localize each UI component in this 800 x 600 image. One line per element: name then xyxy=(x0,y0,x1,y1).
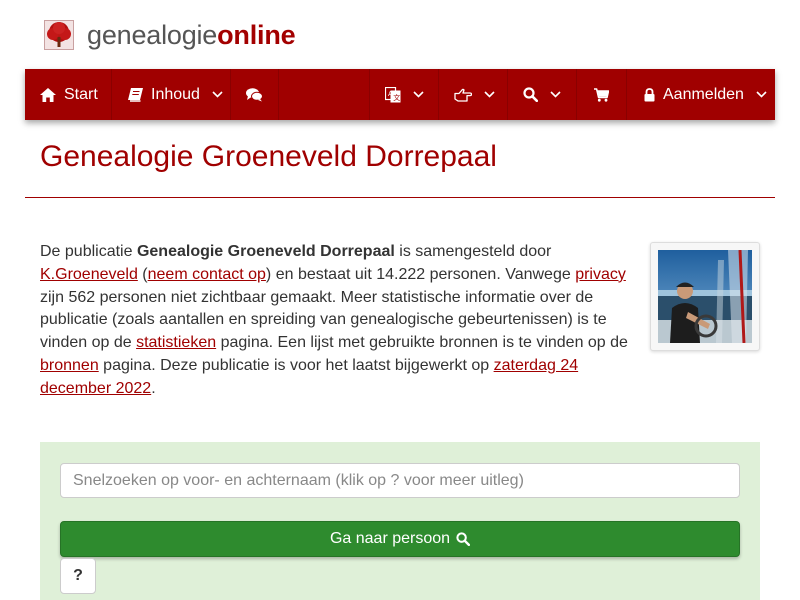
nav-login-label: Aanmelden xyxy=(663,85,744,103)
go-to-person-button[interactable]: Ga naar persoon xyxy=(60,521,740,557)
main-navbar: Start Inhoud A文 Aanmelden xyxy=(25,69,775,120)
nav-share[interactable] xyxy=(439,69,508,120)
chevron-down-icon xyxy=(550,91,561,98)
go-to-person-label: Ga naar persoon xyxy=(329,530,451,547)
intro-text: . xyxy=(151,379,156,397)
book-icon xyxy=(128,87,143,102)
privacy-link[interactable]: privacy xyxy=(575,266,626,283)
home-icon xyxy=(40,87,56,102)
search-icon xyxy=(523,87,538,102)
nav-search[interactable] xyxy=(508,69,577,120)
author-photo xyxy=(650,242,760,351)
intro-text: pagina. Deze publicatie is voor het laat… xyxy=(98,356,494,374)
publication-name: Genealogie Groeneveld Dorrepaal xyxy=(136,243,395,260)
search-icon xyxy=(456,532,471,546)
sources-link[interactable]: bronnen xyxy=(40,357,99,374)
nav-forum[interactable] xyxy=(231,69,279,120)
quick-search-panel: Ga naar persoon ? xyxy=(40,442,760,600)
intro-text: pagina. Een lijst met gebruikte bronnen … xyxy=(216,334,628,352)
nav-start[interactable]: Start xyxy=(25,69,112,120)
nav-start-label: Start xyxy=(64,85,98,103)
page-title: Genealogie Groeneveld Dorrepaal xyxy=(40,140,497,173)
statistics-link[interactable]: statistieken xyxy=(136,334,216,351)
translate-icon: A文 xyxy=(385,86,401,103)
tree-icon xyxy=(44,20,74,50)
nav-inhoud[interactable]: Inhoud xyxy=(112,69,231,120)
svg-text:文: 文 xyxy=(393,93,400,102)
chevron-down-icon xyxy=(756,91,767,98)
title-divider xyxy=(25,197,775,198)
hand-point-icon xyxy=(454,88,472,102)
site-logo[interactable]: genealogieonline xyxy=(44,18,296,52)
nav-inhoud-label: Inhoud xyxy=(151,85,200,103)
intro-text: ) en bestaat uit 14.222 personen. Vanweg… xyxy=(265,265,576,283)
svg-text:A: A xyxy=(388,90,393,98)
chevron-down-icon xyxy=(413,91,424,98)
nav-login[interactable]: Aanmelden xyxy=(627,69,775,120)
search-help-button[interactable]: ? xyxy=(60,558,96,594)
author-link[interactable]: K.Groeneveld xyxy=(40,266,138,283)
nav-language[interactable]: A文 xyxy=(369,69,439,120)
logo-wordmark: genealogieonline xyxy=(87,19,296,50)
intro-text: ( xyxy=(137,265,148,283)
author-photo-image xyxy=(658,249,752,344)
chevron-down-icon xyxy=(212,91,223,98)
intro-text: De publicatie xyxy=(40,243,137,260)
publication-intro: De publicatie Genealogie Groeneveld Dorr… xyxy=(40,241,635,401)
contact-link[interactable]: neem contact op xyxy=(148,266,266,283)
intro-text: is samengesteld door xyxy=(394,243,552,260)
comments-icon xyxy=(246,87,263,102)
quick-search-input[interactable] xyxy=(60,463,740,498)
chevron-down-icon xyxy=(484,91,495,98)
cart-icon xyxy=(594,87,609,102)
lock-icon xyxy=(644,87,655,102)
nav-cart[interactable] xyxy=(577,69,627,120)
